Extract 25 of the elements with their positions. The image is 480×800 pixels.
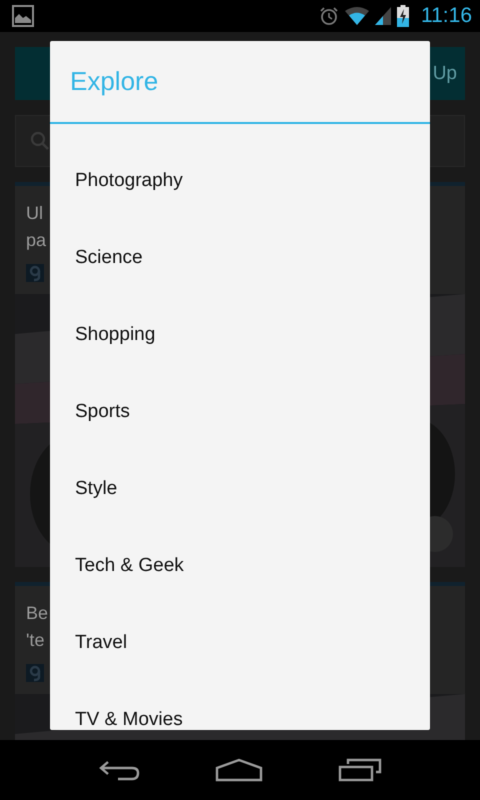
article-title: Be — [26, 602, 48, 625]
wifi-icon — [345, 7, 369, 25]
category-item[interactable]: Shopping — [50, 296, 430, 373]
category-item[interactable]: TV & Movies — [50, 681, 430, 730]
source-logo-icon — [26, 664, 44, 682]
source-logo-icon — [26, 264, 44, 282]
clock-time: 11:16 — [421, 4, 472, 28]
back-icon[interactable] — [98, 759, 140, 781]
dialog-title: Explore — [69, 65, 160, 98]
battery-charging-icon — [397, 5, 409, 27]
category-item[interactable]: Travel — [50, 604, 430, 681]
alarm-icon — [319, 6, 339, 26]
article-title: pa — [26, 229, 46, 252]
category-item[interactable]: Tech & Geek — [50, 527, 430, 604]
home-icon[interactable] — [214, 758, 263, 782]
recent-apps-icon[interactable] — [338, 758, 382, 782]
search-icon — [30, 131, 50, 151]
signal-icon — [375, 7, 391, 25]
image-icon — [12, 5, 34, 27]
category-item[interactable]: Sports — [50, 373, 430, 450]
category-item[interactable]: Photography — [50, 142, 430, 219]
category-item[interactable]: Style — [50, 450, 430, 527]
category-item[interactable]: Science — [50, 219, 430, 296]
article-title: Ul — [26, 202, 43, 225]
article-title: 'te — [26, 629, 44, 652]
